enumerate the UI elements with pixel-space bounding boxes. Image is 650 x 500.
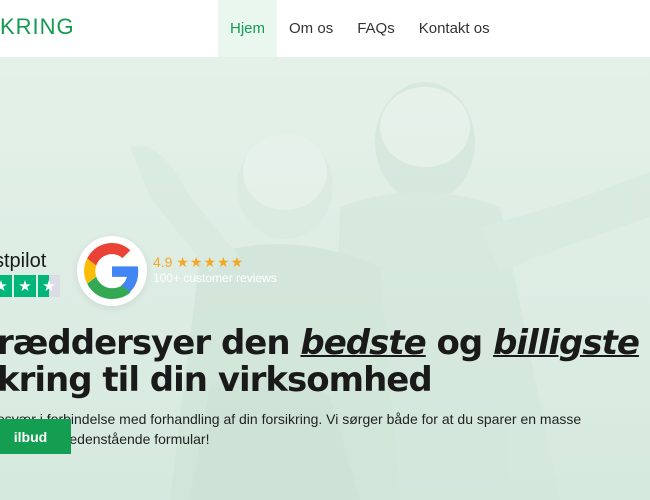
google-review-count: 100+ customer reviews [153, 271, 277, 285]
main-nav: Hjem Om os FAQs Kontakt os [218, 0, 502, 57]
headline-text: kring til din virksomhed [0, 360, 433, 400]
google-badge[interactable] [77, 236, 147, 306]
nav-item-kontakt-os[interactable]: Kontakt os [407, 0, 502, 57]
trustpilot-star-icon: ★ [14, 275, 36, 297]
google-stars-icon: ★★★★★ [176, 254, 245, 270]
google-rating: 4.9 ★★★★★ [153, 254, 244, 271]
hero-headline: ræddersyer den bedste og billigste kring… [0, 323, 640, 400]
hero-subtext: esvær i forbindelse med forhandling af d… [0, 409, 581, 449]
headline-text: ræddersyer den [0, 323, 301, 363]
trustpilot-label: stpilot [0, 250, 47, 272]
subtext-line: esvær i forbindelse med forhandling af d… [0, 411, 582, 427]
nav-item-om-os[interactable]: Om os [277, 0, 345, 57]
logo[interactable]: KRING [0, 14, 75, 40]
headline-emphasis: bedste [300, 323, 426, 363]
nav-item-faqs[interactable]: FAQs [345, 0, 407, 57]
site-header: KRING Hjem Om os FAQs Kontakt os [0, 0, 650, 57]
headline-text: og [425, 323, 494, 363]
trustpilot-star-icon: ★ [0, 275, 12, 297]
headline-emphasis: billigste [493, 323, 640, 363]
trustpilot-stars: ★ ★ ★ [0, 275, 60, 297]
trustpilot-star-icon: ★ [38, 275, 60, 297]
google-rating-value: 4.9 [153, 254, 173, 270]
hero-section: stpilot ★ ★ ★ 4.9 ★★★★★ 100+ customer re… [0, 57, 650, 500]
google-g-icon [84, 243, 139, 299]
get-offer-button[interactable]: ilbud [0, 419, 71, 454]
nav-item-hjem[interactable]: Hjem [218, 0, 278, 57]
